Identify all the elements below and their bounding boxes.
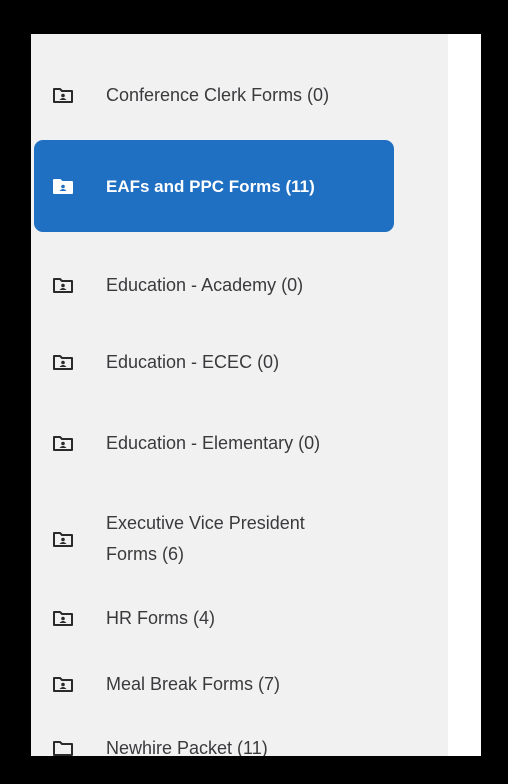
- folder-item-meal-break-forms[interactable]: Meal Break Forms (7): [34, 664, 394, 704]
- folder-item-conference-clerk-forms[interactable]: Conference Clerk Forms (0): [34, 60, 394, 130]
- folder-label: EAFs and PPC Forms (11): [106, 176, 315, 196]
- folder-label: Conference Clerk Forms (0): [106, 84, 330, 105]
- folder-user-icon: [52, 353, 74, 371]
- folder-label: HR Forms (4): [106, 607, 215, 628]
- folder-user-icon: [52, 675, 74, 693]
- folder-label: Education - ECEC (0): [106, 351, 280, 372]
- folder-label: Executive Vice President Forms (6): [106, 513, 305, 564]
- folder-user-icon: [52, 609, 74, 627]
- folder-label: Meal Break Forms (7): [106, 673, 281, 694]
- folder-item-eafs-and-ppc-forms[interactable]: EAFs and PPC Forms (11): [34, 140, 394, 232]
- folder-user-icon: [52, 530, 74, 548]
- folder-item-hr-forms[interactable]: HR Forms (4): [34, 598, 394, 638]
- folder-user-icon: [52, 177, 74, 195]
- folder-user-icon: [52, 434, 74, 452]
- folder-icon: [52, 739, 74, 756]
- folder-item-education-ecec[interactable]: Education - ECEC (0): [34, 342, 394, 382]
- folder-label: Education - Academy (0): [106, 274, 304, 295]
- folder-item-education-elementary[interactable]: Education - Elementary (0): [34, 408, 394, 478]
- folder-label: Newhire Packet (11): [106, 737, 268, 757]
- folder-item-executive-vice-president-forms[interactable]: Executive Vice President Forms (6): [34, 504, 394, 574]
- folder-user-icon: [52, 276, 74, 294]
- folder-sidebar: Conference Clerk Forms (0) EAFs and PPC …: [31, 34, 448, 756]
- folder-item-newhire-packet[interactable]: Newhire Packet (11): [34, 728, 394, 756]
- folder-label: Education - Elementary (0): [106, 432, 321, 453]
- folder-user-icon: [52, 86, 74, 104]
- folder-item-education-academy[interactable]: Education - Academy (0): [34, 250, 394, 320]
